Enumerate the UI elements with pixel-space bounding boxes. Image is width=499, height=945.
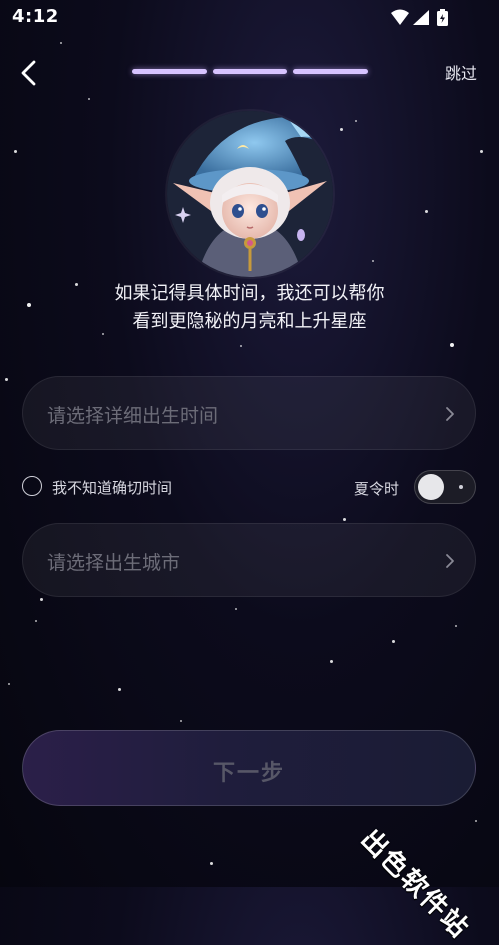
wifi-icon [391, 9, 409, 25]
star [392, 640, 395, 643]
birth-city-field[interactable]: 请选择出生城市 [22, 523, 476, 597]
star [35, 620, 37, 622]
progress-step [132, 69, 207, 74]
star [14, 150, 17, 153]
progress-indicator [132, 69, 369, 75]
progress-step [212, 69, 288, 74]
star [455, 625, 457, 627]
signal-icon [413, 10, 429, 25]
star [425, 210, 428, 213]
star [235, 608, 237, 610]
star [40, 598, 43, 601]
chevron-right-icon [446, 554, 454, 568]
back-button[interactable] [14, 58, 44, 88]
battery-charging-icon [437, 9, 448, 26]
star [475, 820, 477, 822]
toggle-knob [418, 474, 444, 500]
star [5, 378, 8, 381]
birth-time-field[interactable]: 请选择详细出生时间 [22, 376, 476, 450]
star [60, 42, 62, 44]
status-icons [389, 8, 459, 28]
progress-step [293, 69, 369, 74]
intro-line-1: 如果记得具体时间，我还可以帮你 [114, 283, 385, 304]
chevron-right-icon [446, 407, 454, 421]
star [8, 683, 10, 685]
star [88, 98, 90, 100]
star [355, 120, 357, 122]
unknown-time-radio[interactable] [22, 476, 42, 496]
unknown-time-label[interactable]: 我不知道确切时间 [52, 477, 172, 498]
watermark: 出色软件站 [354, 824, 475, 945]
birth-city-placeholder: 请选择出生城市 [47, 552, 181, 574]
star [330, 660, 333, 663]
star [210, 862, 213, 865]
star [372, 260, 374, 262]
elf-wizard-avatar [167, 111, 333, 277]
dst-label: 夏令时 [354, 480, 400, 498]
star [180, 720, 182, 722]
avatar [167, 111, 333, 277]
star [450, 343, 454, 347]
toggle-dot [459, 485, 463, 489]
next-button-label: 下一步 [212, 761, 285, 786]
star [340, 128, 343, 131]
star [343, 518, 346, 521]
chevron-left-icon [21, 60, 36, 86]
star [240, 345, 242, 347]
star [118, 688, 121, 691]
status-time: 4:12 [12, 6, 59, 27]
birth-time-placeholder: 请选择详细出生时间 [47, 405, 219, 427]
next-button[interactable]: 下一步 [22, 730, 476, 806]
star [480, 150, 483, 153]
intro-line-2: 看到更隐秘的月亮和上升星座 [132, 311, 367, 332]
skip-button[interactable]: 跳过 [445, 60, 477, 84]
dst-toggle[interactable] [414, 470, 476, 504]
intro-text: 如果记得具体时间，我还可以帮你 看到更隐秘的月亮和上升星座 [0, 280, 499, 336]
